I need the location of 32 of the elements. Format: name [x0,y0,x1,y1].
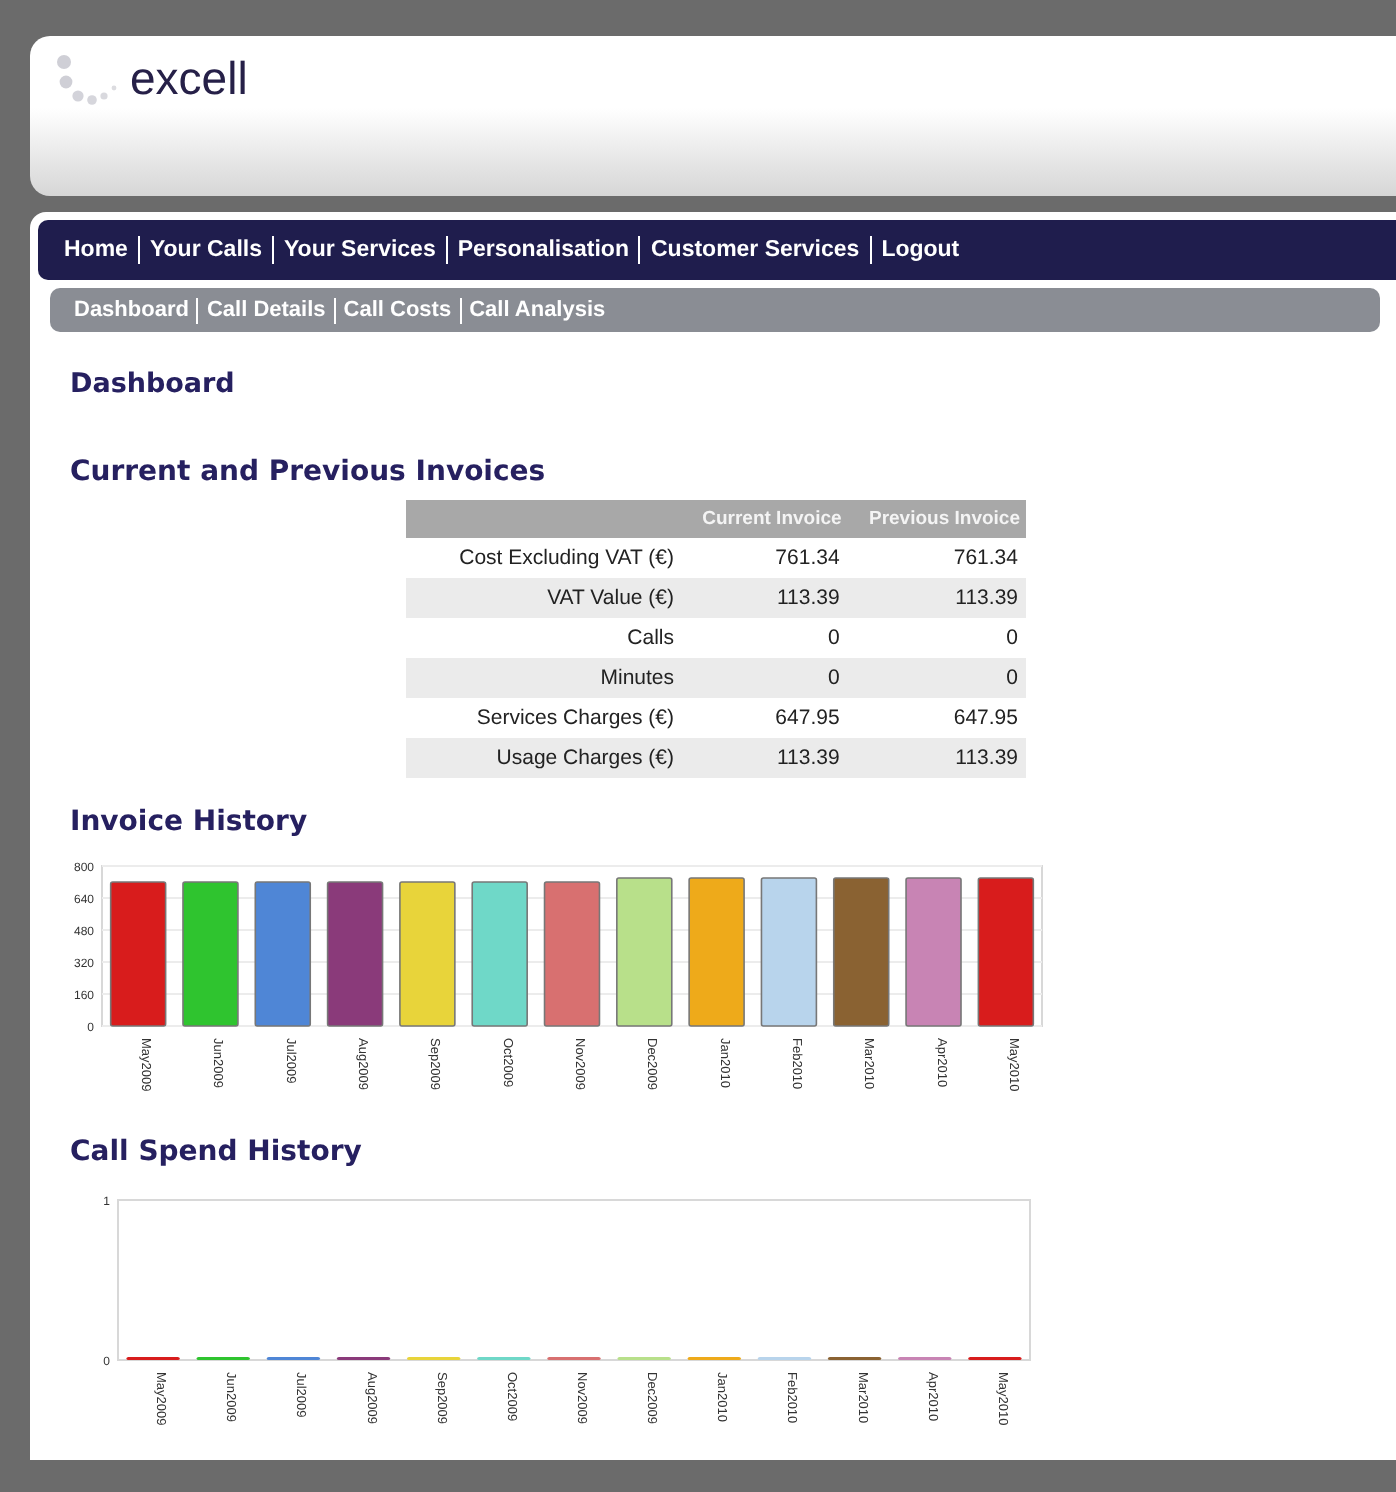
row-label: Cost Excluding VAT (€) [406,538,682,578]
nav-link[interactable]: Home [54,238,138,262]
table-cell: 761.34 [682,538,848,578]
page-title: Dashboard [70,368,237,400]
table-cell: 0 [847,658,1026,698]
table-cell: 113.39 [847,738,1026,778]
table-cell: 113.39 [682,738,848,778]
section-heading: Invoice History [70,806,310,838]
table-cell: 113.39 [847,578,1026,618]
table-cell: 0 [682,658,848,698]
row-label: VAT Value (€) [406,578,682,618]
table-cell: 113.39 [682,578,848,618]
nav-link[interactable]: Personalisation [447,238,639,262]
dots-icon [54,52,122,108]
column-header: Previous Invoice [847,500,1026,538]
nav-link[interactable]: Logout [871,238,970,262]
row-label: Minutes [406,658,682,698]
table-cell: 647.95 [682,698,848,738]
logo: excell [130,56,248,102]
table-cell: 0 [847,618,1026,658]
row-label: Calls [406,618,682,658]
column-header: Current Invoice [682,500,848,538]
nav-link[interactable]: Your Services [273,238,446,262]
nav-link[interactable]: Customer Services [640,238,870,262]
row-label: Services Charges (€) [406,698,682,738]
section-heading: Current and Previous Invoices [70,456,548,488]
nav-link[interactable]: Your Calls [139,238,272,262]
table-cell: 761.34 [847,538,1026,578]
row-label: Usage Charges (€) [406,738,682,778]
section-heading: Call Spend History [70,1136,364,1168]
table-cell: 647.95 [847,698,1026,738]
table-cell: 0 [682,618,848,658]
